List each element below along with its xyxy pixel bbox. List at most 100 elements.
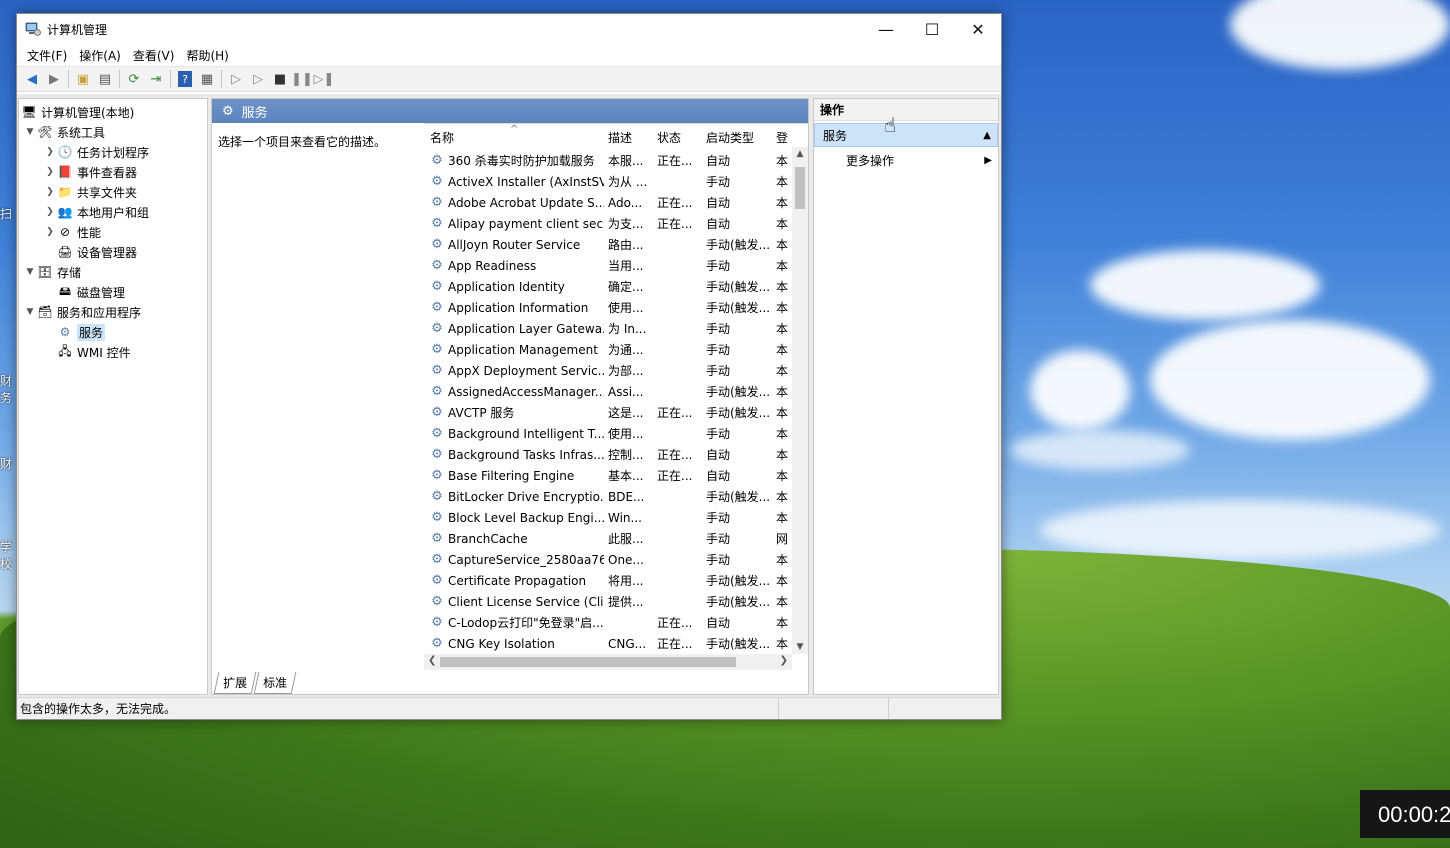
service-logon: 本 (776, 238, 789, 252)
chevron-down-icon[interactable]: ▼ (23, 307, 37, 317)
column-logon[interactable]: 登 (772, 129, 792, 146)
table-row[interactable]: ⚙ Application Management 为通... 手动 本 (424, 339, 808, 360)
table-row[interactable]: ⚙ Application Identity 确定... 手动(触发... 本 (424, 276, 808, 297)
tree-item-local-users[interactable]: ❯ 👥 本地用户和组 (43, 202, 149, 222)
start-service-alt-icon[interactable]: ▷ (247, 68, 269, 90)
forward-arrow-icon[interactable]: ▶ (43, 68, 65, 90)
tree-item-wmi[interactable]: 🖧 WMI 控件 (57, 342, 130, 362)
collapse-up-icon[interactable]: ▲ (983, 130, 991, 141)
export-list-icon[interactable]: ⇥ (145, 68, 167, 90)
close-button[interactable]: ✕ (955, 14, 1001, 44)
hscroll-thumb[interactable] (440, 657, 736, 667)
table-row[interactable]: ⚙ Background Tasks Infras... 控制... 正在... 自动 本 (424, 444, 808, 465)
service-name: ⚙ Client License Service (Cli... (431, 594, 604, 609)
table-row[interactable]: ⚙ Background Intelligent T... 使用... 手动 本 (424, 423, 808, 444)
refresh-icon[interactable]: ⟳ (123, 68, 145, 90)
service-startup-type: 自动 (706, 448, 731, 462)
tree-item-device-manager[interactable]: 🖨 设备管理器 (57, 242, 137, 262)
table-row[interactable]: ⚙ CaptureService_2580aa76 One... 手动 本 (424, 549, 808, 570)
maximize-button[interactable]: ☐ (909, 14, 955, 44)
service-gear-icon: ⚙ (431, 489, 443, 504)
column-status[interactable]: 状态 (653, 129, 702, 146)
tree-item-event-viewer[interactable]: ❯ 📕 事件查看器 (43, 162, 137, 182)
table-row[interactable]: ⚙ BranchCache 此服... 手动 网 (424, 528, 808, 549)
tree-item-task-scheduler[interactable]: ❯ 🕓 任务计划程序 (43, 142, 149, 162)
table-row[interactable]: ⚙ Client License Service (Cli... 提供... 手动(触… (424, 591, 808, 612)
service-gear-icon: ⚙ (431, 279, 443, 294)
tab-extended[interactable]: 扩展 (213, 672, 257, 694)
table-row[interactable]: ⚙ CNG Key Isolation CNG... 正在... 手动(触发... 本 (424, 633, 808, 654)
scroll-thumb[interactable] (795, 167, 805, 209)
chevron-right-icon[interactable]: ❯ (43, 227, 57, 237)
column-description[interactable]: 描述 (604, 129, 653, 146)
menu-help[interactable]: 帮助(H) (180, 47, 234, 64)
table-row[interactable]: ⚙ Alipay payment client sec... 为支... 正在... 自… (424, 213, 808, 234)
show-hide-tree-icon[interactable]: ▤ (94, 68, 116, 90)
tab-standard[interactable]: 标准 (253, 672, 297, 694)
table-row[interactable]: ⚙ Application Layer Gatewa... 为 In... 手动 本 (424, 318, 808, 339)
actions-pane: 操作 服务 ▲ 更多操作 ▶ (813, 98, 999, 695)
chevron-down-icon[interactable]: ▼ (23, 127, 37, 137)
scroll-up-icon[interactable]: ▲ (792, 149, 808, 159)
table-row[interactable]: ⚙ C-Lodop云打印"免登录"启... 正在... 自动 本 (424, 612, 808, 633)
column-startup-type[interactable]: 启动类型 (702, 129, 772, 146)
more-actions[interactable]: 更多操作 ▶ (814, 149, 998, 171)
title-bar[interactable]: 计算机管理 — ☐ ✕ (17, 14, 1001, 44)
scroll-left-icon[interactable]: ❮ (428, 655, 436, 666)
menu-action[interactable]: 操作(A) (73, 47, 127, 64)
service-logon: 本 (776, 175, 789, 189)
table-row[interactable]: ⚙ Base Filtering Engine 基本... 正在... 自动 本 (424, 465, 808, 486)
stop-service-icon[interactable]: ■ (269, 68, 291, 90)
table-row[interactable]: ⚙ AppX Deployment Servic... 为部... 手动 本 (424, 360, 808, 381)
vertical-scrollbar[interactable]: ▲ ▼ (792, 147, 808, 654)
help-icon[interactable]: ? (178, 71, 192, 87)
table-row[interactable]: ⚙ App Readiness 当用... 手动 本 (424, 255, 808, 276)
service-logon: 本 (776, 427, 789, 441)
tree-item-performance[interactable]: ❯ ⊘ 性能 (43, 222, 101, 242)
service-description: CNG... (608, 636, 647, 651)
properties-icon[interactable]: ▦ (196, 68, 218, 90)
table-row[interactable]: ⚙ Adobe Acrobat Update S... Ado... 正在... 自动 本 (424, 192, 808, 213)
service-name: ⚙ Certificate Propagation (431, 573, 587, 588)
table-row[interactable]: ⚙ AssignedAccessManager... Assi... 手动(触发...… (424, 381, 808, 402)
service-logon: 本 (776, 490, 789, 504)
table-row[interactable]: ⚙ ActiveX Installer (AxInstSV) 为从 ... 手动 本 (424, 171, 808, 192)
table-row[interactable]: ⚙ Certificate Propagation 将用... 手动(触发... 本 (424, 570, 808, 591)
chevron-right-icon[interactable]: ❯ (43, 207, 57, 217)
scroll-right-icon[interactable]: ❯ (780, 655, 788, 666)
service-logon: 本 (776, 385, 789, 399)
service-logon: 本 (776, 469, 789, 483)
table-row[interactable]: ⚙ 360 杀毒实时防护加载服务 本服... 正在... 自动 本 (424, 150, 808, 171)
back-arrow-icon[interactable]: ◀ (21, 68, 43, 90)
horizontal-scrollbar[interactable]: ❮ ❯ (424, 654, 792, 670)
menu-view[interactable]: 查看(V) (127, 47, 181, 64)
tree-item-system-tools[interactable]: ▼ 🛠 系统工具 (23, 122, 105, 142)
table-row[interactable]: ⚙ Block Level Backup Engi... Win... 手动 本 (424, 507, 808, 528)
cloud (1040, 500, 1440, 560)
tree-item-disk-management[interactable]: 🖴 磁盘管理 (57, 282, 125, 302)
actions-section-services[interactable]: 服务 ▲ (814, 123, 998, 147)
service-gear-icon: ⚙ (431, 552, 443, 567)
chevron-right-icon[interactable]: ❯ (43, 147, 57, 157)
table-row[interactable]: ⚙ BitLocker Drive Encryptio... BDE... 手动(触发… (424, 486, 808, 507)
restart-service-icon[interactable]: ▷❚ (313, 68, 335, 90)
tree-item-services-apps[interactable]: ▼ 🗃 服务和应用程序 (23, 302, 141, 322)
up-folder-icon[interactable]: ▣ (72, 68, 94, 90)
chevron-right-icon[interactable]: ❯ (43, 187, 57, 197)
tree-item-services[interactable]: ⚙ 服务 (57, 322, 106, 342)
chevron-right-icon[interactable]: ❯ (43, 167, 57, 177)
pause-service-icon[interactable]: ❚❚ (291, 68, 313, 90)
tree-root[interactable]: 🖥 计算机管理(本地) (21, 102, 134, 122)
table-row[interactable]: ⚙ Application Information 使用... 手动(触发... 本 (424, 297, 808, 318)
service-startup-type: 手动(触发... (706, 490, 771, 504)
tree-item-shared-folders[interactable]: ❯ 📁 共享文件夹 (43, 182, 137, 202)
start-service-icon[interactable]: ▷ (225, 68, 247, 90)
minimize-button[interactable]: — (863, 14, 909, 44)
tree-item-storage[interactable]: ▼ 🗄 存储 (23, 262, 81, 282)
chevron-down-icon[interactable]: ▼ (23, 267, 37, 277)
menu-file[interactable]: 文件(F) (21, 47, 73, 64)
table-row[interactable]: ⚙ AllJoyn Router Service 路由... 手动(触发... 本 (424, 234, 808, 255)
service-description: 为从 ... (608, 175, 648, 189)
scroll-down-icon[interactable]: ▼ (792, 642, 808, 652)
table-row[interactable]: ⚙ AVCTP 服务 这是... 正在... 手动(触发... 本 (424, 402, 808, 423)
